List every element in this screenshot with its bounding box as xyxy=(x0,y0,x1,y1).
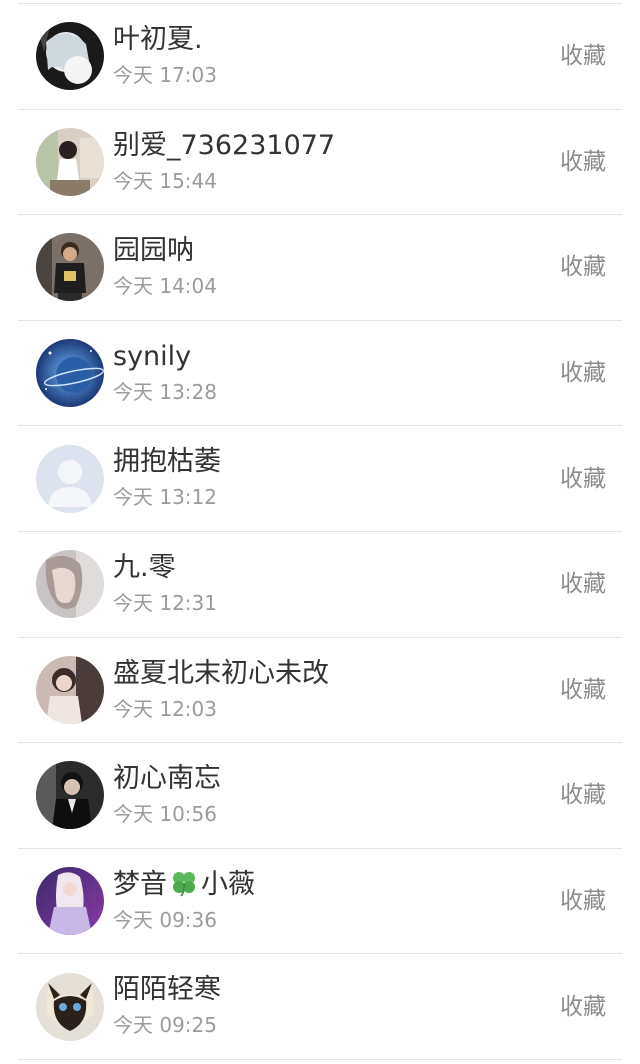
avatar[interactable] xyxy=(36,127,104,196)
avatar[interactable] xyxy=(36,655,104,724)
visit-time: 今天 12:31 xyxy=(113,590,217,615)
collect-button[interactable]: 收藏 xyxy=(560,885,606,917)
list-item[interactable]: 别爱_736231077 今天 15:44 收藏 xyxy=(18,110,622,216)
visitor-list: 叶初夏. 今天 17:03 收藏 别爱_736231077 今天 15:44 收… xyxy=(0,4,640,1060)
visit-time: 今天 09:36 xyxy=(113,907,217,932)
collect-button[interactable]: 收藏 xyxy=(560,463,606,495)
friend-name: 园园呐 xyxy=(113,235,194,267)
list-item[interactable]: 九.零 今天 12:31 收藏 xyxy=(18,532,622,638)
four-leaf-clover-icon xyxy=(169,869,199,906)
collect-button[interactable]: 收藏 xyxy=(560,40,606,72)
list-item[interactable]: synily 今天 13:28 收藏 xyxy=(18,321,622,427)
list-item[interactable]: 初心南忘 今天 10:56 收藏 xyxy=(18,743,622,849)
collect-button[interactable]: 收藏 xyxy=(560,674,606,706)
avatar[interactable] xyxy=(36,22,104,91)
list-item[interactable]: 陌陌轻寒 今天 09:25 收藏 xyxy=(18,954,622,1060)
friend-name-suffix: 小薇 xyxy=(201,868,255,900)
friend-name: synily xyxy=(113,340,192,372)
avatar[interactable] xyxy=(36,550,104,619)
collect-button[interactable]: 收藏 xyxy=(560,146,606,178)
friend-name: 盛夏北末初心未改 xyxy=(113,657,329,689)
visit-time: 今天 15:44 xyxy=(113,168,217,193)
collect-button[interactable]: 收藏 xyxy=(560,357,606,389)
list-item[interactable]: 盛夏北末初心未改 今天 12:03 收藏 xyxy=(18,638,622,744)
list-item[interactable]: 梦音 小薇 今天 09:36 收藏 xyxy=(18,849,622,955)
friend-name: 别爱_736231077 xyxy=(113,129,336,161)
avatar[interactable] xyxy=(36,972,104,1041)
friend-name: 初心南忘 xyxy=(113,763,221,795)
collect-button[interactable]: 收藏 xyxy=(560,991,606,1023)
avatar[interactable] xyxy=(36,339,104,408)
default-avatar[interactable] xyxy=(36,444,104,513)
visit-time: 今天 09:25 xyxy=(113,1013,217,1038)
visit-time: 今天 13:28 xyxy=(113,379,217,404)
avatar[interactable] xyxy=(36,867,104,936)
friend-name: 梦音 小薇 xyxy=(113,868,255,906)
visit-time: 今天 12:03 xyxy=(113,696,217,721)
visit-time: 今天 14:04 xyxy=(113,274,217,299)
collect-button[interactable]: 收藏 xyxy=(560,568,606,600)
visit-time: 今天 10:56 xyxy=(113,802,217,827)
friend-name-prefix: 梦音 xyxy=(113,868,167,900)
visit-time: 今天 13:12 xyxy=(113,485,217,510)
collect-button[interactable]: 收藏 xyxy=(560,779,606,811)
friend-name: 叶初夏. xyxy=(113,24,203,55)
avatar[interactable] xyxy=(36,761,104,830)
list-item[interactable]: 叶初夏. 今天 17:03 收藏 xyxy=(18,4,622,110)
collect-button[interactable]: 收藏 xyxy=(560,251,606,283)
visit-time: 今天 17:03 xyxy=(113,63,217,87)
friend-name: 拥抱枯萎 xyxy=(113,446,221,478)
list-item[interactable]: 拥抱枯萎 今天 13:12 收藏 xyxy=(18,426,622,532)
avatar[interactable] xyxy=(36,233,104,302)
friend-name: 陌陌轻寒 xyxy=(113,974,221,1006)
list-item[interactable]: 园园呐 今天 14:04 收藏 xyxy=(18,215,622,321)
friend-name: 九.零 xyxy=(113,551,176,583)
